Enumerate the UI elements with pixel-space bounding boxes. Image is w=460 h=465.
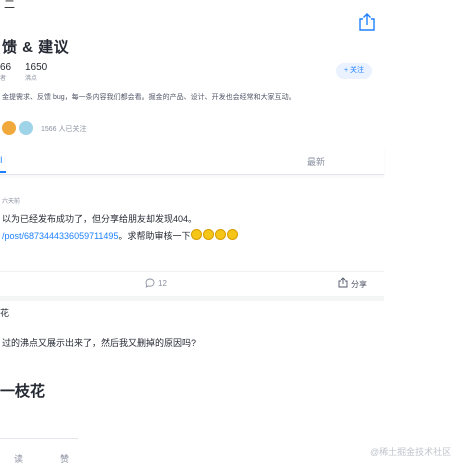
post-text: 以为已经发布成功了，但分享给朋友却发现404。: [2, 214, 198, 224]
avatar[interactable]: [2, 121, 16, 135]
tab-latest[interactable]: 最新: [307, 155, 325, 168]
divider: [0, 438, 78, 439]
tab-active-indicator: [0, 171, 6, 173]
laugh-cry-icon: [215, 229, 227, 240]
share-label[interactable]: 分享: [351, 279, 367, 290]
stat-members-value: 66: [0, 62, 12, 73]
laugh-cry-icon: [227, 229, 239, 240]
post-author[interactable]: 花: [0, 306, 9, 319]
tab-bar: I 最新: [0, 147, 384, 175]
post-text-suffix: 。求帮助审核一下: [118, 231, 191, 241]
post-text-line2: /post/6873444336059711495。求帮助审核一下: [2, 229, 239, 242]
tab-hot[interactable]: I: [0, 155, 3, 165]
comment-icon[interactable]: [145, 278, 155, 288]
top-cut-text: 二: [4, 0, 15, 11]
post-text: 过的沸点又展示出来了，然后我又删掉的原因吗?: [2, 338, 197, 348]
stat-posts-label: 沸点: [25, 76, 38, 82]
comment-count[interactable]: 12: [158, 279, 167, 288]
circle-title: 馈 & 建议: [2, 39, 70, 56]
laugh-cry-icon: [203, 229, 215, 240]
bottom-cut-text: 赞: [60, 454, 70, 464]
laugh-cry-icon: [191, 229, 203, 240]
followers-count[interactable]: 1566 人已关注: [41, 124, 87, 134]
avatar[interactable]: [19, 121, 33, 135]
stat-members: 66 者: [0, 62, 11, 82]
watermark: @稀土掘金技术社区: [370, 447, 452, 457]
post-link[interactable]: /post/6873444336059711495: [2, 231, 118, 241]
stat-posts: 1650 沸点: [25, 62, 47, 82]
bottom-cut-text: 读: [14, 454, 24, 464]
circle-description: 金提需求、反馈 bug，每一条内容我们都会看。掘金的产品、设计、开发也会经常和大…: [2, 94, 296, 101]
post-action-bar: 12 分享: [0, 271, 384, 301]
stat-posts-value: 1650: [25, 62, 48, 73]
post-time: 六天前: [2, 199, 21, 205]
share-icon[interactable]: [338, 277, 348, 288]
stat-members-label: 者: [0, 76, 7, 82]
author-name[interactable]: 一枝花: [0, 380, 45, 401]
follow-button[interactable]: + 关注: [336, 63, 372, 79]
share-icon[interactable]: [358, 12, 376, 32]
